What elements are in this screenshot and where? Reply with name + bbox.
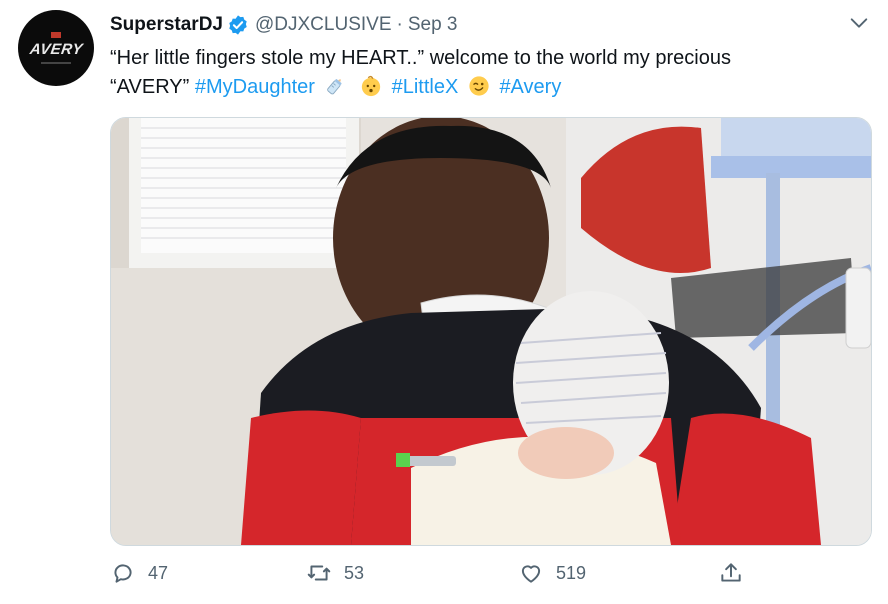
hashtag-avery[interactable]: #Avery xyxy=(499,76,561,98)
tweet-date[interactable]: Sep 3 xyxy=(408,14,458,36)
chevron-down-icon[interactable] xyxy=(848,12,870,34)
separator-dot: · xyxy=(396,14,403,35)
share-button[interactable] xyxy=(718,560,756,586)
tweet-header: SuperstarDJ @DJXCLUSIVE · Sep 3 xyxy=(110,12,457,38)
baby-bottle-icon xyxy=(327,79,343,95)
avatar-logo-mark xyxy=(51,32,61,38)
tweet-text-line-1: “Her little fingers stole my HEART..” we… xyxy=(110,47,731,69)
tweet-actions: 47 53 519 xyxy=(110,560,850,590)
winking-face-icon xyxy=(469,76,489,96)
verified-badge-icon xyxy=(229,15,247,35)
tweet-text-quote: “AVERY” xyxy=(110,76,190,98)
baby-face-icon xyxy=(361,75,381,97)
blue-shelf xyxy=(711,156,871,178)
hashtag-mydaughter[interactable]: #MyDaughter xyxy=(195,76,315,98)
photo-illustration: 3M xyxy=(111,118,871,545)
hashtag-littlex[interactable]: #LittleX xyxy=(392,76,459,98)
retweet-count: 53 xyxy=(344,562,365,583)
like-button[interactable]: 519 xyxy=(518,560,586,586)
reply-icon xyxy=(114,564,132,583)
user-handle[interactable]: @DJXCLUSIVE xyxy=(255,14,392,36)
avatar-subline xyxy=(41,62,71,64)
share-icon xyxy=(721,563,741,582)
avatar[interactable]: AVERY xyxy=(18,10,94,86)
like-count: 519 xyxy=(556,562,587,583)
tweet-text: “Her little fingers stole my HEART..” we… xyxy=(110,44,850,102)
heart-icon xyxy=(521,565,541,583)
tweet-photo[interactable]: 3M xyxy=(110,117,872,546)
retweet-icon xyxy=(307,565,331,581)
window-blinds xyxy=(129,118,359,268)
reply-button[interactable]: 47 xyxy=(110,560,168,586)
avatar-logo-text: AVERY xyxy=(28,41,84,58)
retweet-button[interactable]: 53 xyxy=(306,560,364,586)
reply-count: 47 xyxy=(148,562,169,583)
display-name[interactable]: SuperstarDJ xyxy=(110,14,223,36)
